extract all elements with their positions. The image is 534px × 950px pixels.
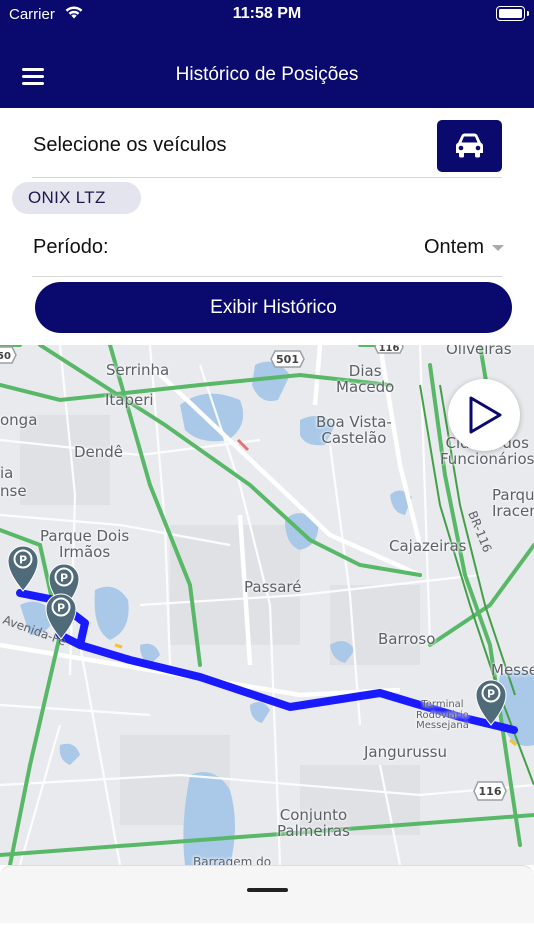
svg-text:50: 50 (0, 351, 11, 362)
battery-icon (496, 6, 529, 21)
map-label-edge-2: ia (0, 464, 14, 482)
period-value: Ontem (423, 236, 484, 258)
map-label-passare: Passaré (244, 578, 302, 596)
page-title: Histórico de Posições (175, 64, 359, 85)
status-bar: Carrier 11:58 PM (0, 0, 534, 30)
svg-text:P: P (60, 572, 68, 585)
map-label-messejana: Messejana (491, 661, 534, 679)
vehicle-selector-label: Selecione os veículos (33, 134, 227, 156)
svg-text:116: 116 (479, 785, 502, 798)
svg-text:P: P (19, 554, 27, 567)
map-label-serrinha: Serrinha (106, 361, 170, 379)
map-label-dias-macedo: Dias Macedo (336, 362, 395, 396)
map-label-jangurussu: Jangurussu (364, 743, 447, 761)
period-dropdown[interactable]: Ontem (424, 236, 504, 259)
show-history-button[interactable]: Exibir Histórico (35, 282, 512, 333)
svg-text:P: P (487, 688, 495, 701)
bottom-sheet-content (0, 923, 534, 950)
bottom-sheet[interactable] (0, 865, 534, 950)
svg-text:P: P (57, 602, 65, 615)
clock: 11:58 PM (232, 5, 302, 22)
select-vehicle-button[interactable] (437, 120, 502, 172)
map-label-boa-vista-castelao: Boa Vista- Castelão (316, 413, 392, 447)
play-icon (469, 396, 502, 434)
map-label-parque-iracema: Parque Iracema (492, 486, 534, 520)
map-label-itaperi: Itaperi (105, 391, 154, 409)
selected-vehicle-chip[interactable]: ONIX LTZ (12, 182, 141, 214)
divider (32, 177, 502, 178)
divider (32, 276, 502, 277)
map-label-terminal-messejana: Terminal Rodoviário Messejana (416, 699, 469, 731)
road-shield-116-south: 116 (473, 781, 507, 801)
vehicle-selector-row: Selecione os veículos (0, 108, 534, 178)
map-label-edge-3: nse (0, 482, 27, 500)
chevron-down-icon (492, 244, 504, 251)
road-shield-116: 116 (374, 345, 404, 354)
svg-text:116: 116 (379, 345, 400, 354)
map-label-dende: Dendê (74, 443, 124, 461)
app-header: Carrier 11:58 PM Histórico de Posições (0, 0, 534, 108)
car-icon (456, 133, 483, 158)
road-shield-501: 501 (270, 350, 305, 368)
drag-handle[interactable] (247, 888, 288, 892)
map-label-oliveiras: Oliveiras (446, 345, 512, 358)
map-label-parque-dois-irmaos: Parque Dois Irmãos (40, 527, 130, 561)
period-label: Período: (33, 236, 109, 258)
svg-text:501: 501 (276, 353, 299, 366)
map-label-conjunto-palmeiras: Conjunto Palmeiras (277, 806, 350, 840)
road-shield-50: 50 (0, 346, 17, 364)
play-route-button[interactable] (448, 379, 520, 451)
map-label-edge-1: onga (0, 411, 38, 429)
map-label-barragem: Barragem do (193, 855, 272, 865)
map-label-cajazeiras: Cajazeiras (389, 537, 467, 555)
map-label-barroso: Barroso (378, 630, 436, 648)
map-view[interactable]: 501 116 116 50 BR-116 Avenida-Pe P P P P… (0, 345, 534, 865)
